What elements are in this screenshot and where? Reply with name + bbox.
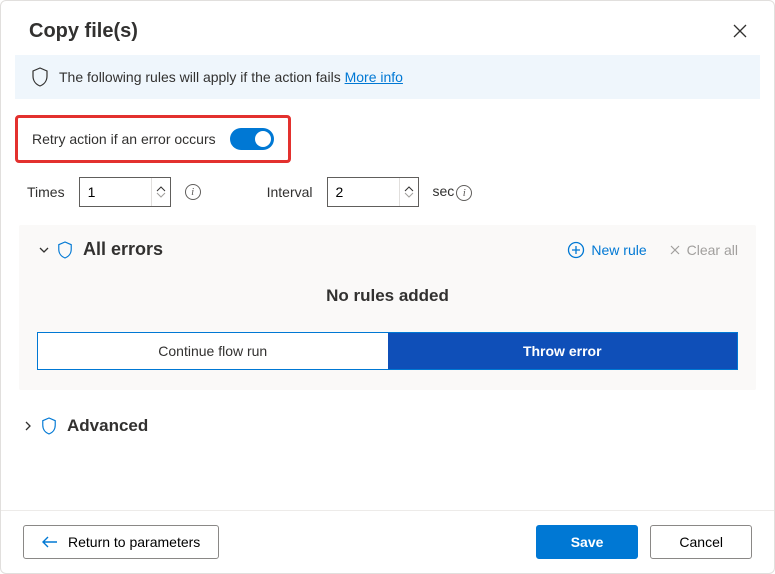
chevron-down-icon [37, 243, 51, 257]
retry-toggle[interactable] [230, 128, 274, 150]
times-arrows[interactable] [151, 178, 170, 206]
cancel-button[interactable]: Cancel [650, 525, 752, 559]
interval-stepper[interactable] [327, 177, 419, 207]
continue-flow-button[interactable]: Continue flow run [38, 333, 388, 369]
no-rules-message: No rules added [37, 286, 738, 306]
dialog-title: Copy file(s) [29, 20, 138, 43]
dialog-footer: Return to parameters Save Cancel [1, 510, 774, 573]
close-icon [732, 23, 748, 39]
retry-label: Retry action if an error occurs [32, 131, 216, 147]
info-icon[interactable]: i [456, 185, 472, 201]
errors-panel: All errors New rule Clear all No rules a… [19, 225, 756, 390]
dialog-body: Retry action if an error occurs Times i … [1, 99, 774, 510]
save-button[interactable]: Save [536, 525, 639, 559]
interval-label: Interval [267, 184, 313, 200]
chevron-down-icon [404, 192, 414, 198]
chevron-right-icon [21, 419, 35, 433]
interval-arrows[interactable] [399, 178, 418, 206]
errors-panel-header: All errors New rule Clear all [37, 239, 738, 260]
retry-highlight: Retry action if an error occurs [15, 115, 291, 163]
shield-icon [31, 67, 49, 87]
advanced-section-toggle[interactable]: Advanced [21, 412, 754, 440]
retry-params: Times i Interval seci [27, 177, 754, 207]
close-button[interactable] [728, 19, 752, 43]
info-icon[interactable]: i [185, 184, 201, 200]
clear-all-button: Clear all [669, 242, 738, 258]
return-to-parameters-button[interactable]: Return to parameters [23, 525, 219, 559]
chevron-down-icon [156, 192, 166, 198]
interval-input[interactable] [328, 178, 399, 206]
advanced-title: Advanced [67, 416, 148, 436]
close-icon [669, 244, 681, 256]
times-label: Times [27, 184, 65, 200]
shield-icon [41, 417, 57, 435]
plus-circle-icon [567, 241, 585, 259]
times-input[interactable] [80, 178, 151, 206]
throw-error-button[interactable]: Throw error [388, 333, 738, 369]
new-rule-label: New rule [591, 242, 646, 258]
toggle-knob [255, 131, 271, 147]
more-info-link[interactable]: More info [345, 69, 403, 85]
info-banner: The following rules will apply if the ac… [15, 55, 760, 99]
times-stepper[interactable] [79, 177, 171, 207]
errors-title: All errors [83, 239, 163, 260]
interval-unit: seci [433, 183, 473, 201]
dialog-header: Copy file(s) [1, 1, 774, 55]
shield-icon [57, 241, 73, 259]
rule-mode-toggle: Continue flow run Throw error [37, 332, 738, 370]
errors-header-right: New rule Clear all [567, 241, 738, 259]
return-label: Return to parameters [68, 534, 200, 550]
clear-all-label: Clear all [687, 242, 738, 258]
errors-header-left[interactable]: All errors [37, 239, 163, 260]
dialog: Copy file(s) The following rules will ap… [0, 0, 775, 574]
arrow-left-icon [42, 535, 58, 549]
new-rule-button[interactable]: New rule [567, 241, 646, 259]
banner-text: The following rules will apply if the ac… [59, 69, 403, 85]
